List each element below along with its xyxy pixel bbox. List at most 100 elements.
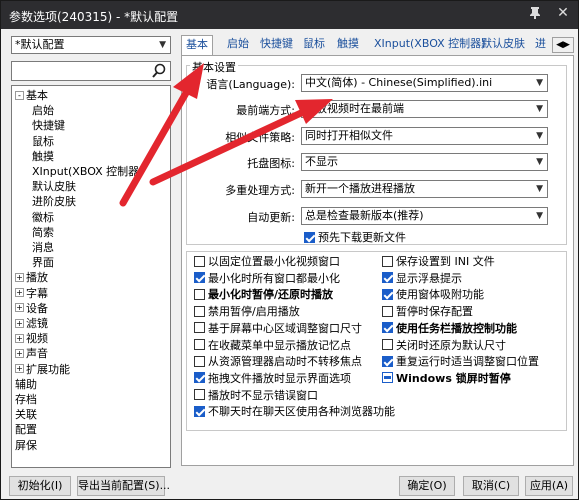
field-combo[interactable]: 播放视频时在最前端 ▼	[301, 100, 548, 118]
tree-item[interactable]: 鼠标	[32, 134, 54, 149]
tree-item[interactable]: + 声音	[15, 346, 48, 361]
option-checkbox[interactable]: 最小化时暂停/还原时播放	[194, 288, 333, 304]
option-checkbox[interactable]: 暂停时保存配置	[382, 305, 473, 321]
field-combo[interactable]: 总是检查最新版本(推荐) ▼	[301, 207, 548, 225]
checkbox-box[interactable]	[194, 305, 205, 317]
expand-icon[interactable]: +	[15, 303, 24, 313]
option-checkbox[interactable]: 使用任务栏播放控制功能	[382, 322, 517, 338]
tab-7[interactable]: 进	[531, 35, 550, 55]
tree-item[interactable]: 进阶皮肤	[32, 194, 76, 209]
tree-item[interactable]: 配置	[15, 422, 37, 437]
checkbox-box[interactable]	[304, 231, 315, 243]
checkbox-box[interactable]	[194, 255, 205, 267]
option-checkbox[interactable]: 基于屏幕中心区域调整窗口尺寸	[194, 322, 362, 338]
option-checkbox[interactable]: 最小化时所有窗口都最小化	[194, 272, 340, 288]
option-checkbox[interactable]: Windows 锁屏时暂停	[382, 372, 511, 388]
tree-item[interactable]: - 基本	[15, 88, 48, 103]
checkbox-box[interactable]	[194, 288, 205, 300]
option-checkbox[interactable]: 关闭时还原为默认尺寸	[382, 339, 506, 355]
expand-icon[interactable]: +	[15, 288, 24, 298]
tree-item[interactable]: XInput(XBOX 控制器)	[32, 164, 143, 179]
tree-item[interactable]: 徽标	[32, 210, 54, 225]
checkbox-box[interactable]	[382, 305, 393, 317]
chevron-down-icon: ▼	[536, 157, 543, 167]
option-label: 关闭时还原为默认尺寸	[396, 338, 506, 352]
profile-select[interactable]: *默认配置 ▼	[11, 36, 171, 54]
field-combo[interactable]: 新开一个播放进程播放 ▼	[301, 180, 548, 198]
checkbox-box[interactable]	[194, 355, 205, 367]
option-checkbox[interactable]: 播放时不显示错误窗口	[194, 389, 318, 405]
tree-item[interactable]: 存档	[15, 392, 37, 407]
checkbox-box[interactable]	[194, 389, 205, 401]
tab-0[interactable]: 基本	[181, 35, 213, 56]
pin-icon[interactable]	[528, 6, 544, 22]
checkbox-box[interactable]	[194, 272, 205, 284]
tab-1[interactable]: 启始	[223, 35, 253, 55]
checkbox-box[interactable]	[194, 372, 205, 384]
option-checkbox[interactable]: 显示浮悬提示	[382, 272, 462, 288]
title-bar[interactable]: 参数选项(240315) - *默认配置 ✕	[1, 1, 578, 29]
tree-item[interactable]: 简索	[32, 225, 54, 240]
init-button[interactable]: 初始化(I)	[9, 476, 71, 496]
option-checkbox[interactable]: 从资源管理器启动时不转移焦点	[194, 355, 362, 371]
tree-item[interactable]: + 扩展功能	[15, 362, 70, 377]
tree-item[interactable]: 默认皮肤	[32, 179, 76, 194]
expand-icon[interactable]: +	[15, 364, 24, 374]
checkbox-box[interactable]	[194, 405, 205, 417]
checkbox-box[interactable]	[382, 255, 393, 267]
search-icon[interactable]	[151, 63, 167, 79]
close-icon[interactable]: ✕	[554, 5, 572, 23]
checkbox-box[interactable]	[382, 288, 393, 300]
ok-button[interactable]: 确定(O)	[399, 476, 455, 496]
checkbox-box[interactable]	[382, 272, 393, 284]
expand-icon[interactable]: +	[15, 348, 24, 358]
tree-item[interactable]: 屏保	[15, 438, 37, 453]
field-combo[interactable]: 同时打开相似文件 ▼	[301, 127, 548, 145]
option-checkbox[interactable]: 不聊天时在聊天区使用各种浏览器功能	[194, 405, 395, 421]
collapse-icon[interactable]: -	[15, 90, 24, 100]
checkbox-box[interactable]	[382, 339, 393, 350]
tab-6[interactable]: 默认皮肤	[477, 35, 529, 55]
expand-icon[interactable]: +	[15, 318, 24, 328]
option-checkbox[interactable]: 在收藏菜单中显示播放记忆点	[194, 339, 351, 355]
tree-item[interactable]: 辅助	[15, 377, 37, 392]
option-checkbox[interactable]: 重复运行时适当调整窗口位置	[382, 355, 539, 371]
cancel-button[interactable]: 取消(C)	[463, 476, 519, 496]
tab-4[interactable]: 触摸	[333, 35, 363, 55]
predownload-checkbox[interactable]: 预先下载更新文件	[304, 231, 406, 247]
profile-select-value: *默认配置	[15, 38, 65, 51]
tree-item[interactable]: + 字幕	[15, 286, 48, 301]
checkbox-box[interactable]	[194, 322, 205, 334]
option-checkbox[interactable]: 以固定位置最小化视频窗口	[194, 255, 340, 271]
tab-3[interactable]: 鼠标	[299, 35, 329, 55]
tree-item[interactable]: 触摸	[32, 149, 54, 164]
field-combo[interactable]: 不显示 ▼	[301, 153, 548, 171]
apply-button[interactable]: 应用(A)	[525, 476, 573, 496]
tab-5[interactable]: XInput(XBOX 控制器)	[370, 35, 489, 55]
tab-scroll-arrows[interactable]: ◀▶	[552, 37, 574, 53]
checkbox-box[interactable]	[382, 322, 393, 334]
tree-item[interactable]: 快捷键	[32, 118, 65, 133]
checkbox-box[interactable]	[194, 339, 205, 350]
tree-item[interactable]: 关联	[15, 407, 37, 422]
checkbox-box[interactable]	[382, 372, 393, 384]
tree-item[interactable]: + 设备	[15, 301, 48, 316]
export-config-button[interactable]: 导出当前配置(S)...	[77, 476, 170, 496]
category-tree[interactable]: - 基本 启始 快捷键 鼠标 触摸 XInput(XBOX 控制器) 默认皮肤 进阶皮肤 徽标 简索…	[11, 85, 171, 468]
option-checkbox[interactable]: 使用窗体吸附功能	[382, 288, 484, 304]
tree-item[interactable]: 消息	[32, 240, 54, 255]
search-input[interactable]	[11, 61, 171, 81]
expand-icon[interactable]: +	[15, 272, 24, 282]
checkbox-box[interactable]	[382, 355, 393, 367]
tree-item[interactable]: + 视频	[15, 331, 48, 346]
tab-2[interactable]: 快捷键	[256, 35, 297, 55]
option-checkbox[interactable]: 保存设置到 INI 文件	[382, 255, 495, 271]
expand-icon[interactable]: +	[15, 333, 24, 343]
tree-item[interactable]: 界面	[32, 255, 54, 270]
tree-item[interactable]: 启始	[32, 103, 54, 118]
field-combo[interactable]: 中文(简体) - Chinese(Simplified).ini ▼	[301, 74, 548, 92]
option-checkbox[interactable]: 拖拽文件播放时显示界面选项	[194, 372, 351, 388]
option-checkbox[interactable]: 禁用暂停/启用播放	[194, 305, 300, 321]
tree-item[interactable]: + 滤镜	[15, 316, 48, 331]
tree-item[interactable]: + 播放	[15, 270, 48, 285]
